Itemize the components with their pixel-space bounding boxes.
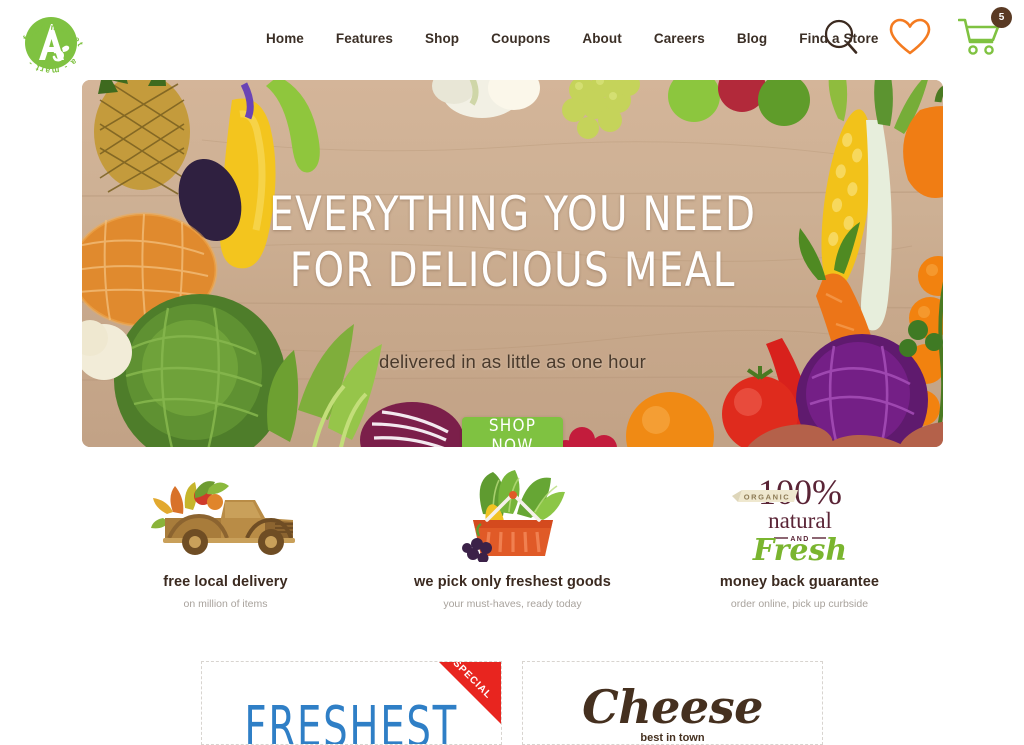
feature-freshest-goods: we pick only freshest goods your must-ha… [369, 470, 656, 630]
nav-item-about[interactable]: About [566, 31, 637, 46]
badge-natural-text: natural [768, 508, 832, 533]
hero-title: EVERYTHING YOU NEED FOR DELICIOUS MEAL [269, 187, 756, 299]
features-section: free local delivery on million of items [82, 470, 943, 630]
nav-item-shop[interactable]: Shop [409, 31, 475, 46]
delivery-truck-icon [150, 470, 301, 562]
feature-title: money back guarantee [719, 574, 880, 590]
feature-free-local-delivery: free local delivery on million of items [82, 470, 369, 630]
badge-organic-text: ORGANIC [743, 493, 790, 502]
coupon-subtitle: best in town [640, 732, 705, 744]
nav-item-coupons[interactable]: Coupons [475, 31, 566, 46]
feature-subtitle: your must-haves, ready today [443, 598, 582, 610]
natural-fresh-badge-icon: 100% ORGANIC natural AND Fresh [730, 470, 870, 562]
hero-title-line-1: EVERYTHING YOU NEED [268, 187, 757, 243]
badge-fresh-text: Fresh [751, 533, 846, 562]
nav-item-features[interactable]: Features [320, 31, 409, 46]
feature-title: free local delivery [163, 574, 288, 590]
hero-subtitle: delivered in as little as one hour [379, 350, 646, 372]
logo-icon: food market a - mart - [21, 17, 85, 76]
main-navigation: Home Features Shop Coupons About Careers… [250, 31, 894, 46]
nav-item-blog[interactable]: Blog [721, 31, 783, 46]
nav-item-careers[interactable]: Careers [638, 31, 721, 46]
coupon-card-cheese[interactable]: Cheese best in town [522, 661, 823, 745]
feature-subtitle: order online, pick up curbside [730, 598, 869, 610]
page-root: food market a - mart - Home Features Sho… [0, 0, 1024, 745]
nav-item-home[interactable]: Home [250, 31, 320, 46]
site-logo[interactable]: food market a - mart - [8, 2, 94, 84]
hero-content: EVERYTHING YOU NEED FOR DELICIOUS MEAL d… [82, 80, 943, 447]
coupons-section: SPECIAL FRESHEST Cheese best in town [201, 661, 823, 745]
cart-count-badge: 5 [991, 7, 1012, 28]
hero-banner: EVERYTHING YOU NEED FOR DELICIOUS MEAL d… [82, 80, 943, 447]
feature-subtitle: on million of items [183, 598, 268, 610]
header-actions: 5 [820, 7, 1012, 58]
heart-icon [889, 18, 931, 55]
grocery-basket-illustration [461, 470, 565, 562]
hero-title-line-2: FOR DELICIOUS MEAL [289, 243, 736, 299]
shop-now-button[interactable]: SHOP NOW [462, 416, 563, 447]
feature-money-back-guarantee: 100% ORGANIC natural AND Fresh money bac… [656, 470, 943, 630]
search-button[interactable] [820, 16, 862, 58]
site-header: food market a - mart - Home Features Sho… [0, 0, 1024, 80]
search-icon [824, 19, 858, 54]
cart-button[interactable]: 5 [957, 7, 1012, 58]
natural-fresh-badge-illustration: 100% ORGANIC natural AND Fresh [731, 472, 847, 562]
delivery-truck-illustration [150, 481, 295, 555]
coupon-card-freshest[interactable]: SPECIAL FRESHEST [201, 661, 502, 745]
coupon-title: FRESHEST [244, 694, 459, 745]
coupon-cheese-content: Cheese best in town [582, 684, 763, 744]
wishlist-button[interactable] [888, 17, 932, 57]
coupon-title: Cheese [582, 680, 763, 734]
grocery-basket-icon [453, 470, 573, 562]
feature-title: we pick only freshest goods [414, 574, 611, 590]
